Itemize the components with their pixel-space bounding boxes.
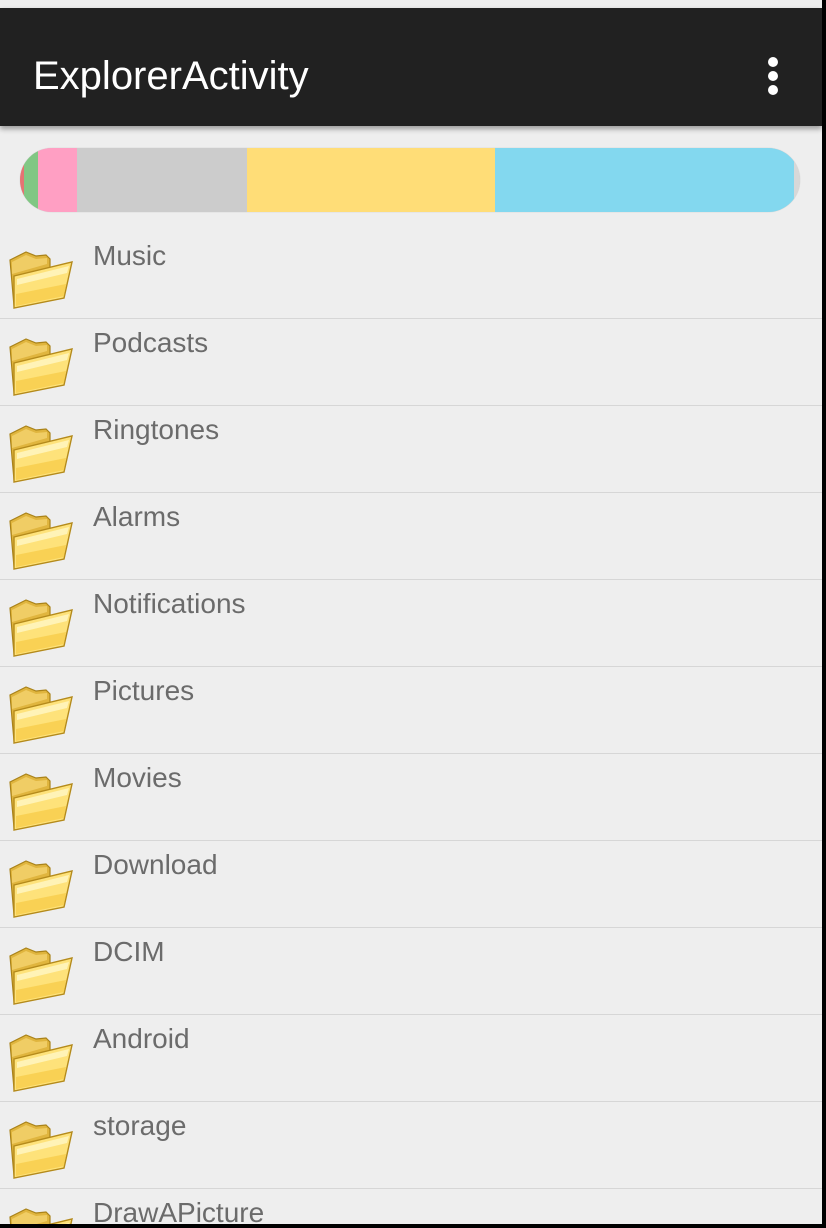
- storage-segment: [37, 148, 77, 212]
- storage-segment: [23, 148, 38, 212]
- more-options-button[interactable]: [752, 48, 796, 104]
- folder-name: Alarms: [93, 501, 181, 532]
- folder-list-item[interactable]: Movies: [0, 754, 822, 841]
- folder-icon: [9, 947, 73, 1005]
- folder-name: Android: [93, 1023, 190, 1054]
- folder-icon: [9, 338, 73, 396]
- folder-name: DCIM: [93, 936, 165, 967]
- folder-name: Pictures: [93, 675, 195, 706]
- folder-icon: [9, 599, 73, 657]
- storage-segment: [494, 148, 794, 212]
- folder-icon: [9, 1034, 73, 1092]
- folder-icon: [9, 860, 73, 918]
- folder-name: Ringtones: [93, 414, 220, 445]
- explorer-content: ExplorerActivity Music Podcasts Ringtone…: [0, 0, 822, 1224]
- folder-list-item[interactable]: storage: [0, 1102, 822, 1189]
- storage-usage-bar: [20, 148, 800, 212]
- folder-list-item[interactable]: DCIM: [0, 928, 822, 1015]
- folder-icon: [9, 512, 73, 570]
- device-screen: ExplorerActivity Music Podcasts Ringtone…: [0, 0, 826, 1228]
- folder-name: Movies: [93, 762, 182, 793]
- folder-list-item[interactable]: Pictures: [0, 667, 822, 754]
- storage-segment: [793, 148, 800, 212]
- folder-list-item[interactable]: Podcasts: [0, 319, 822, 406]
- folder-list: Music Podcasts Ringtones Alarms Notifica…: [0, 232, 822, 1224]
- storage-segment: [246, 148, 495, 212]
- folder-list-item[interactable]: DrawAPicture: [0, 1189, 822, 1224]
- folder-list-item[interactable]: Android: [0, 1015, 822, 1102]
- storage-segment: [76, 148, 247, 212]
- folder-icon: [9, 1121, 73, 1179]
- folder-icon: [9, 773, 73, 831]
- folder-icon: [9, 686, 73, 744]
- folder-name: DrawAPicture: [93, 1197, 265, 1224]
- app-title: ExplorerActivity: [33, 54, 309, 98]
- folder-name: Podcasts: [93, 327, 209, 358]
- folder-name: Download: [93, 849, 218, 880]
- folder-name: storage: [93, 1110, 187, 1141]
- folder-list-item[interactable]: Music: [0, 232, 822, 319]
- folder-list-item[interactable]: Ringtones: [0, 406, 822, 493]
- folder-icon: [9, 1208, 73, 1224]
- folder-list-item[interactable]: Notifications: [0, 580, 822, 667]
- folder-list-item[interactable]: Download: [0, 841, 822, 928]
- folder-list-item[interactable]: Alarms: [0, 493, 822, 580]
- folder-name: Music: [93, 240, 167, 271]
- folder-icon: [9, 425, 73, 483]
- folder-icon: [9, 251, 73, 309]
- app-bar: ExplorerActivity: [0, 8, 822, 126]
- folder-name: Notifications: [93, 588, 246, 619]
